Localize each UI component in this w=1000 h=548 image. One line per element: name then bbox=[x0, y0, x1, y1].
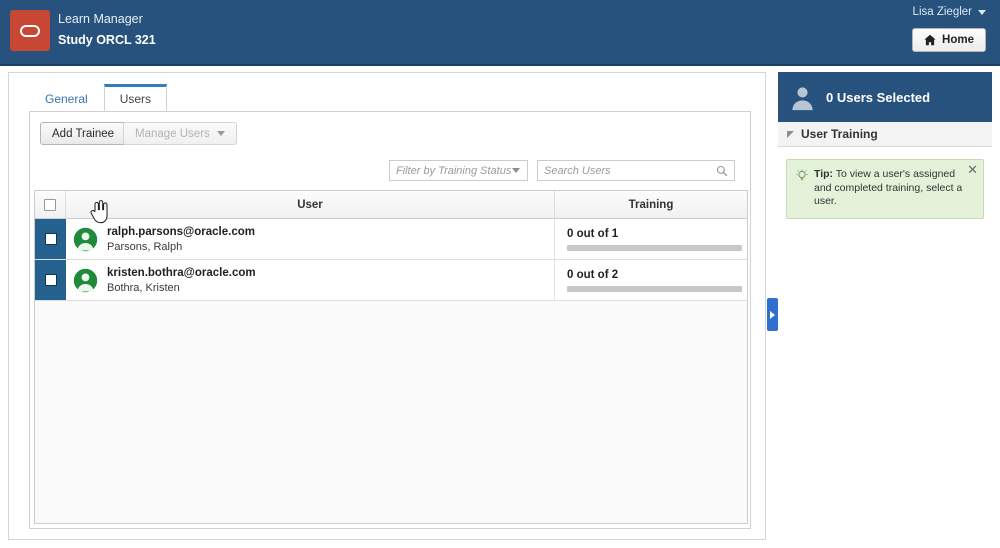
user-cell: ralph.parsons@oracle.com Parsons, Ralph bbox=[66, 219, 555, 259]
table-row[interactable]: ralph.parsons@oracle.com Parsons, Ralph … bbox=[35, 219, 747, 260]
person-icon bbox=[792, 86, 813, 110]
tip-message: To view a user's assigned and completed … bbox=[814, 168, 963, 207]
tab-strip: General Users bbox=[9, 84, 765, 111]
avatar bbox=[73, 268, 98, 292]
tab-users-label: Users bbox=[119, 91, 152, 106]
training-cell: 0 out of 1 bbox=[555, 219, 747, 259]
app-header: Learn Manager Study ORCL 321 Lisa Ziegle… bbox=[0, 0, 1000, 66]
home-button-label: Home bbox=[942, 34, 974, 46]
training-cell: 0 out of 2 bbox=[555, 260, 747, 300]
lightbulb-icon bbox=[796, 169, 808, 181]
content-panel: General Users Add Trainee Manage Users F… bbox=[8, 72, 766, 540]
training-progress-bar bbox=[567, 285, 742, 292]
user-training-label: User Training bbox=[801, 127, 878, 141]
select-all-checkbox[interactable] bbox=[44, 198, 56, 211]
study-name: Study ORCL 321 bbox=[58, 33, 156, 47]
tip-text-block: Tip: To view a user's assigned and compl… bbox=[814, 168, 963, 209]
user-cell: kristen.bothra@oracle.com Bothra, Kriste… bbox=[66, 260, 555, 300]
row-checkbox[interactable] bbox=[44, 274, 57, 286]
add-trainee-label: Add Trainee bbox=[52, 127, 115, 140]
app-name: Learn Manager bbox=[58, 12, 143, 26]
user-training-section-header[interactable]: User Training bbox=[778, 122, 992, 147]
toolbar: Add Trainee Manage Users bbox=[30, 112, 750, 154]
search-users-box[interactable] bbox=[537, 160, 735, 181]
tip-label: Tip: bbox=[814, 168, 834, 180]
users-table: User Training ralph.parsons@oracle.com P… bbox=[34, 190, 748, 524]
side-panel-header: 0 Users Selected bbox=[778, 72, 992, 122]
user-menu-label: Lisa Ziegler bbox=[912, 6, 972, 18]
chevron-down-icon bbox=[512, 168, 520, 173]
chevron-right-icon bbox=[770, 310, 775, 319]
panel-toggle-handle[interactable] bbox=[767, 298, 778, 331]
column-header-training[interactable]: Training bbox=[555, 191, 747, 218]
filter-training-status-select[interactable]: Filter by Training Status bbox=[389, 160, 528, 181]
user-email: ralph.parsons@oracle.com bbox=[107, 225, 255, 238]
chevron-down-icon bbox=[216, 131, 225, 136]
close-icon[interactable]: ✕ bbox=[967, 163, 978, 176]
select-all-header bbox=[35, 191, 66, 218]
tip-banner: Tip: To view a user's assigned and compl… bbox=[786, 159, 984, 219]
column-header-user[interactable]: User bbox=[66, 191, 555, 218]
tab-general-label: General bbox=[45, 91, 88, 106]
manage-users-button[interactable]: Manage Users bbox=[123, 122, 237, 145]
avatar bbox=[73, 227, 98, 251]
home-button[interactable]: Home bbox=[912, 28, 986, 52]
training-progress-label: 0 out of 1 bbox=[567, 227, 619, 240]
manage-users-label: Manage Users bbox=[135, 127, 210, 140]
users-tab-panel: Add Trainee Manage Users Filter by Train… bbox=[29, 111, 751, 529]
house-icon bbox=[924, 34, 936, 46]
row-select-cell[interactable] bbox=[35, 260, 66, 300]
table-row[interactable]: kristen.bothra@oracle.com Bothra, Kriste… bbox=[35, 260, 747, 301]
row-select-cell[interactable] bbox=[35, 219, 66, 259]
collapse-triangle-icon bbox=[787, 130, 794, 138]
search-icon[interactable] bbox=[716, 165, 728, 177]
user-email: kristen.bothra@oracle.com bbox=[107, 266, 256, 279]
users-selected-count: 0 Users Selected bbox=[826, 89, 931, 105]
search-input[interactable] bbox=[544, 164, 716, 177]
user-name: Parsons, Ralph bbox=[107, 240, 183, 253]
tab-users[interactable]: Users bbox=[103, 84, 168, 111]
filter-training-status-label: Filter by Training Status bbox=[396, 164, 512, 177]
training-progress-label: 0 out of 2 bbox=[567, 268, 619, 281]
user-name: Bothra, Kristen bbox=[107, 281, 180, 294]
row-checkbox[interactable] bbox=[44, 233, 57, 245]
app-title-block: Learn Manager Study ORCL 321 bbox=[58, 11, 156, 49]
chevron-down-icon bbox=[978, 9, 986, 15]
training-progress-bar bbox=[567, 244, 742, 251]
add-trainee-button[interactable]: Add Trainee bbox=[40, 122, 127, 145]
tab-general[interactable]: General bbox=[29, 86, 104, 111]
user-menu[interactable]: Lisa Ziegler bbox=[913, 6, 986, 18]
table-header-row: User Training bbox=[35, 191, 747, 219]
oracle-logo-icon bbox=[10, 10, 50, 51]
side-panel: 0 Users Selected User Training Tip: To v… bbox=[778, 72, 992, 540]
